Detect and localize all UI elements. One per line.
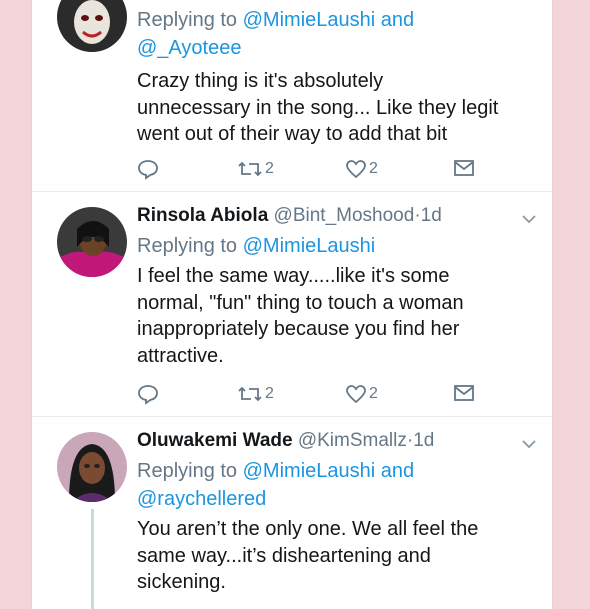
retweet-count: 2 <box>265 160 274 177</box>
replying-to-label: Replying to <box>137 460 238 482</box>
timeline-card: Replying to @MimieLaushi and @_Ayoteee C… <box>32 0 552 609</box>
replying-to-label: Replying to <box>137 9 238 31</box>
avatar[interactable] <box>57 207 127 277</box>
mention-link[interactable]: @MimieLaushi <box>243 460 376 482</box>
retweet-icon <box>238 161 262 177</box>
thread-line <box>91 509 94 609</box>
tweet-actions: 2 2 <box>137 383 477 407</box>
tweet-1[interactable]: Replying to @MimieLaushi and @_Ayoteee C… <box>32 0 552 192</box>
author-handle[interactable]: @Bint_Moshood <box>274 205 415 226</box>
reply-button[interactable] <box>137 158 159 180</box>
heart-icon <box>346 385 366 404</box>
retweet-button[interactable]: 2 <box>237 383 274 405</box>
replying-to: Replying to @MimieLaushi and @_Ayoteee <box>137 6 534 62</box>
tweet-text: You aren’t the only one. We all feel the… <box>137 516 534 596</box>
reply-button[interactable] <box>137 383 159 405</box>
tweet-text-line: attractive. <box>137 344 224 367</box>
tweet-text-line: You aren’t the only one. We all feel the <box>137 518 479 540</box>
tweet-3[interactable]: Oluwakemi Wade @KimSmallz·1d Replying to… <box>32 417 552 609</box>
direct-message-button[interactable] <box>453 383 475 403</box>
tweet-text-line: same way...it’s disheartening and <box>137 544 431 567</box>
replying-to: Replying to @MimieLaushi <box>137 232 534 260</box>
tweet-actions: 2 2 <box>137 158 477 182</box>
envelope-icon <box>454 385 474 401</box>
like-count: 2 <box>369 160 378 177</box>
tweet-text-line: unnecessary in the song... Like they leg… <box>137 96 499 119</box>
timestamp[interactable]: 1d <box>421 205 442 226</box>
tweet-text-line: sickening. <box>137 571 226 593</box>
reply-icon <box>138 385 158 405</box>
retweet-button[interactable]: 2 <box>237 158 274 180</box>
timestamp[interactable]: 1d <box>413 430 434 451</box>
tweet-text-line: went out of their way to add that bit <box>137 123 448 145</box>
reply-icon <box>138 160 158 180</box>
tweet-text-line: Crazy thing is it's absolutely <box>137 70 384 92</box>
mention-link[interactable]: @MimieLaushi <box>243 9 376 31</box>
avatar[interactable] <box>57 432 127 502</box>
envelope-icon <box>454 160 474 176</box>
avatar[interactable] <box>57 0 127 52</box>
author-name[interactable]: Oluwakemi Wade <box>137 430 293 451</box>
like-button[interactable]: 2 <box>345 158 378 180</box>
mention-link[interactable]: @raychellered <box>137 488 266 510</box>
direct-message-button[interactable] <box>453 158 475 178</box>
mention-and[interactable]: and <box>381 460 414 482</box>
tweet-header: Oluwakemi Wade @KimSmallz·1d <box>137 429 534 453</box>
author-name[interactable]: Rinsola Abiola <box>137 205 268 226</box>
replying-to-label: Replying to <box>137 235 238 257</box>
mention-link[interactable]: @MimieLaushi <box>243 235 376 257</box>
tweet-text-line: inappropriately because you find her <box>137 318 460 340</box>
mention-and[interactable]: and <box>381 9 414 31</box>
retweet-count: 2 <box>265 385 274 402</box>
tweet-text: I feel the same way.....like it's some n… <box>137 263 534 369</box>
mention-link[interactable]: @_Ayoteee <box>137 37 241 59</box>
heart-icon <box>346 160 366 179</box>
replying-to: Replying to @MimieLaushi and @raycheller… <box>137 457 534 513</box>
retweet-icon <box>238 386 262 402</box>
tweet-text-line: I feel the same way.....like it's some <box>137 265 450 287</box>
tweet-header: Rinsola Abiola @Bint_Moshood·1d <box>137 204 534 228</box>
tweet-text-line: normal, "fun" thing to touch a woman <box>137 291 464 314</box>
tweet-2[interactable]: Rinsola Abiola @Bint_Moshood·1d Replying… <box>32 192 552 417</box>
tweet-text: Crazy thing is it's absolutely unnecessa… <box>137 68 534 148</box>
like-button[interactable]: 2 <box>345 383 378 405</box>
like-count: 2 <box>369 385 378 402</box>
author-handle[interactable]: @KimSmallz <box>298 430 407 451</box>
